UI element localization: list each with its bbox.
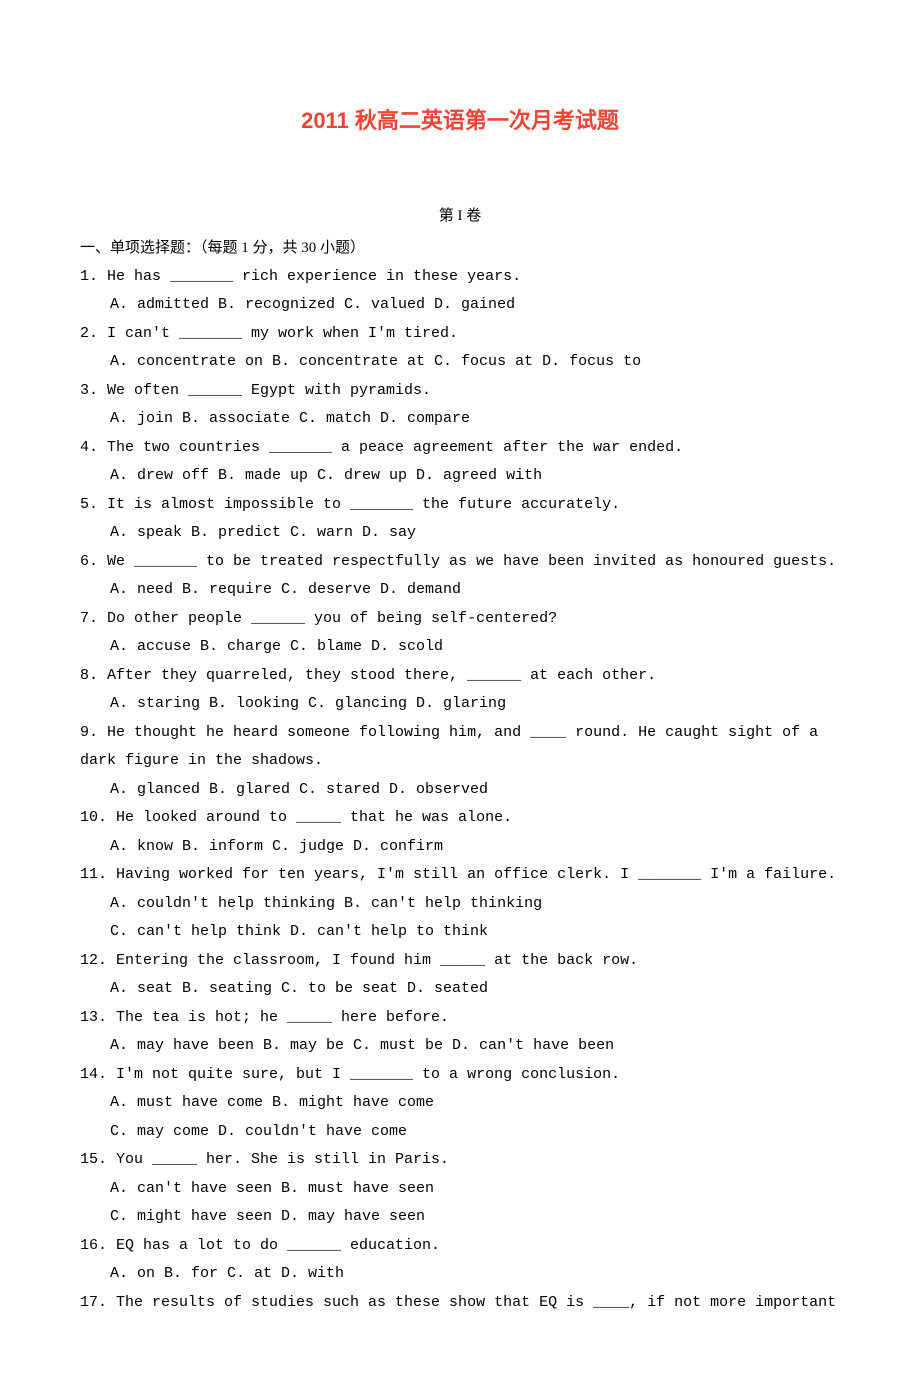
question-stem: 15. You _____ her. She is still in Paris… <box>80 1146 840 1175</box>
question-stem: 8. After they quarreled, they stood ther… <box>80 662 840 691</box>
questions-container: 1. He has _______ rich experience in the… <box>80 263 840 1318</box>
question-stem: 10. He looked around to _____ that he wa… <box>80 804 840 833</box>
question-options: A. need B. require C. deserve D. demand <box>80 576 840 605</box>
question-stem: 7. Do other people ______ you of being s… <box>80 605 840 634</box>
section-instructions: 一、单项选择题：（每题 1 分，共 30 小题） <box>80 234 840 263</box>
question-stem: 1. He has _______ rich experience in the… <box>80 263 840 292</box>
question-stem: 6. We _______ to be treated respectfully… <box>80 548 840 577</box>
document-title: 2011 秋高二英语第一次月考试题 <box>80 100 840 142</box>
question-options: A. seat B. seating C. to be seat D. seat… <box>80 975 840 1004</box>
question-options: A. staring B. looking C. glancing D. gla… <box>80 690 840 719</box>
question-options: A. may have been B. may be C. must be D.… <box>80 1032 840 1061</box>
question-stem: 5. It is almost impossible to _______ th… <box>80 491 840 520</box>
question-stem: 14. I'm not quite sure, but I _______ to… <box>80 1061 840 1090</box>
question-options: C. may come D. couldn't have come <box>80 1118 840 1147</box>
question-options: A. must have come B. might have come <box>80 1089 840 1118</box>
question-stem: 4. The two countries _______ a peace agr… <box>80 434 840 463</box>
question-options: A. drew off B. made up C. drew up D. agr… <box>80 462 840 491</box>
section-header: 第 I 卷 <box>80 202 840 231</box>
question-stem: 12. Entering the classroom, I found him … <box>80 947 840 976</box>
question-stem: 17. The results of studies such as these… <box>80 1289 840 1318</box>
question-options: A. accuse B. charge C. blame D. scold <box>80 633 840 662</box>
question-stem: 2. I can't _______ my work when I'm tire… <box>80 320 840 349</box>
question-stem: 11. Having worked for ten years, I'm sti… <box>80 861 840 890</box>
question-options: A. glanced B. glared C. stared D. observ… <box>80 776 840 805</box>
question-options: A. on B. for C. at D. with <box>80 1260 840 1289</box>
question-stem: 9. He thought he heard someone following… <box>80 719 840 776</box>
question-stem: 13. The tea is hot; he _____ here before… <box>80 1004 840 1033</box>
question-stem: 16. EQ has a lot to do ______ education. <box>80 1232 840 1261</box>
question-options: A. join B. associate C. match D. compare <box>80 405 840 434</box>
question-options: A. can't have seen B. must have seen <box>80 1175 840 1204</box>
question-options: A. couldn't help thinking B. can't help … <box>80 890 840 919</box>
question-stem: 3. We often ______ Egypt with pyramids. <box>80 377 840 406</box>
question-options: C. can't help think D. can't help to thi… <box>80 918 840 947</box>
question-options: A. speak B. predict C. warn D. say <box>80 519 840 548</box>
question-options: A. concentrate on B. concentrate at C. f… <box>80 348 840 377</box>
question-options: C. might have seen D. may have seen <box>80 1203 840 1232</box>
question-options: A. admitted B. recognized C. valued D. g… <box>80 291 840 320</box>
question-options: A. know B. inform C. judge D. confirm <box>80 833 840 862</box>
